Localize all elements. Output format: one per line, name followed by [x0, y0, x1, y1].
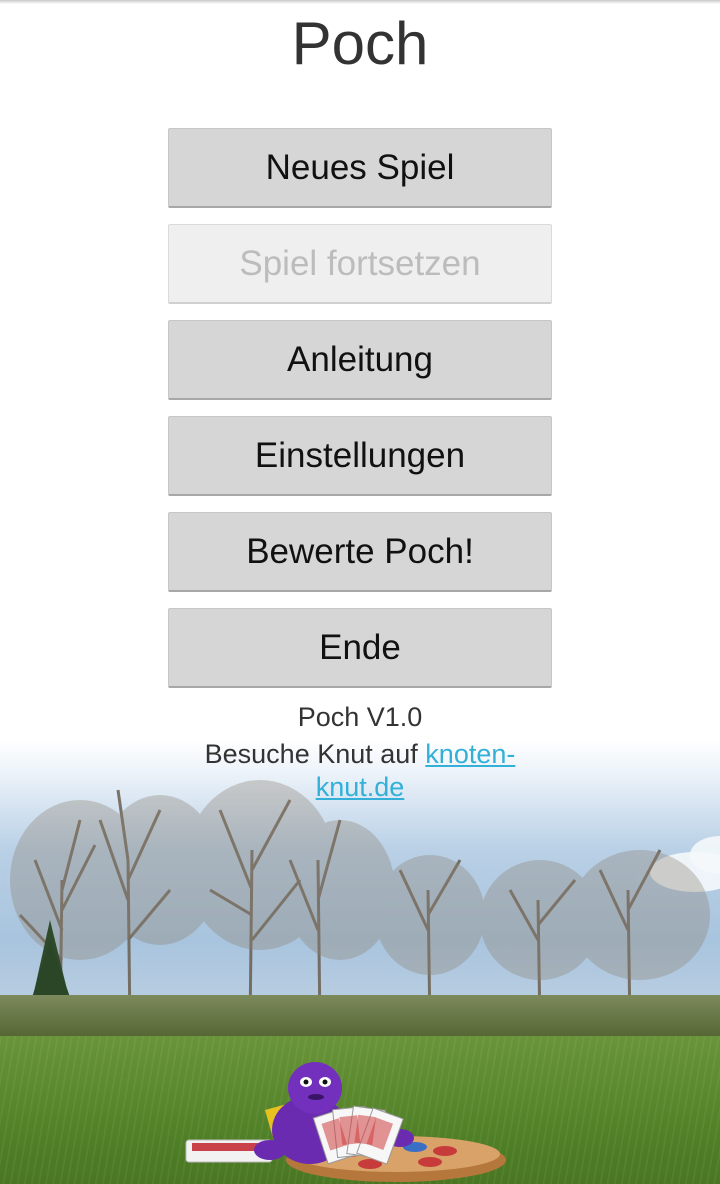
new-game-button[interactable]: Neues Spiel [168, 128, 552, 208]
version-label: Poch V1.0 [297, 702, 423, 732]
exit-button[interactable]: Ende [168, 608, 552, 688]
visit-prefix: Besuche Knut auf [204, 739, 426, 769]
rate-app-button[interactable]: Bewerte Poch! [168, 512, 552, 592]
continue-game-button: Spiel fortsetzen [168, 224, 552, 304]
purple-toy-with-cards [185, 1062, 506, 1182]
app-title: Poch [291, 10, 429, 77]
top-edge-shadow [0, 0, 720, 4]
instructions-button[interactable]: Anleitung [168, 320, 552, 400]
visit-text: Besuche Knut auf knoten-knut.de [190, 738, 530, 804]
settings-button[interactable]: Einstellungen [168, 416, 552, 496]
app-screen: Poch Neues Spiel Spiel fortsetzen Anleit… [0, 0, 720, 1184]
background-image [0, 740, 720, 1184]
main-menu: Neues Spiel Spiel fortsetzen Anleitung E… [168, 128, 552, 704]
